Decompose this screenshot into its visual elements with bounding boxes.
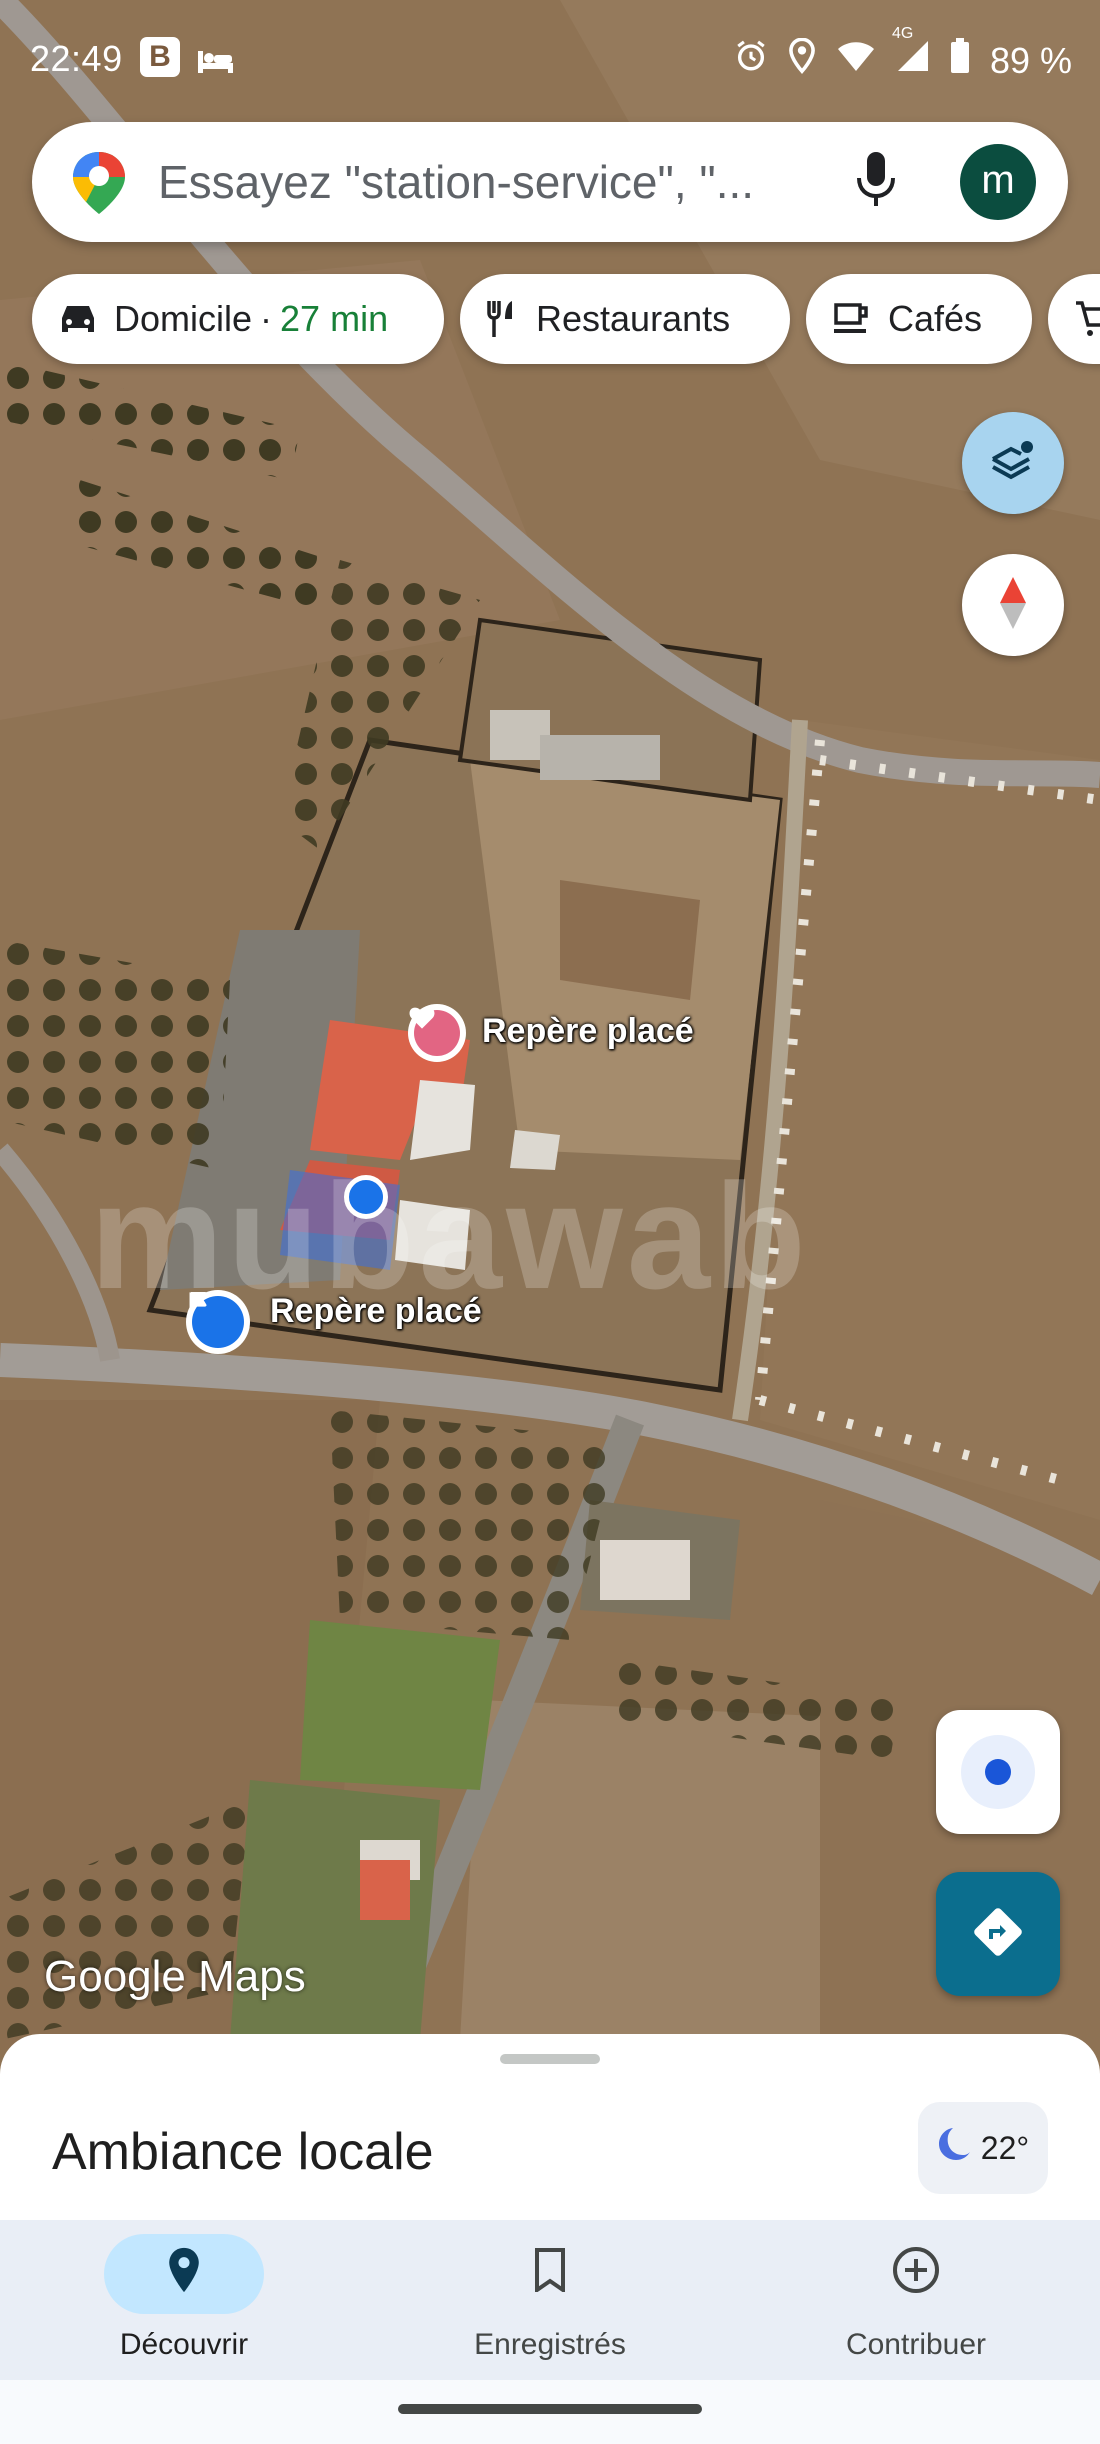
- bookmark-icon: [533, 2248, 567, 2300]
- signal-icon: 4G: [892, 25, 930, 82]
- marker-label[interactable]: Repère placé: [270, 1292, 482, 1331]
- chip-separator: ·: [260, 298, 273, 339]
- location-status-icon: [788, 37, 816, 83]
- battery-percent: 89 %: [989, 39, 1072, 81]
- google-maps-logo-icon: [70, 150, 128, 221]
- wifi-icon: [836, 40, 876, 82]
- microphone-icon[interactable]: [854, 150, 898, 215]
- my-location-icon: [961, 1735, 1035, 1809]
- weather-chip[interactable]: 22°: [918, 2102, 1048, 2194]
- avatar[interactable]: m: [960, 144, 1036, 220]
- sheet-title: Ambiance locale: [52, 2123, 434, 2181]
- network-type: 4G: [891, 25, 914, 42]
- location-pin-icon: [165, 2246, 203, 2302]
- marker-label[interactable]: Repère placé: [482, 1012, 694, 1051]
- battery-icon: [950, 38, 970, 83]
- alarm-icon: [734, 39, 768, 82]
- bed-icon: [196, 42, 234, 84]
- layers-icon: [987, 435, 1039, 492]
- directions-button[interactable]: [936, 1872, 1060, 1996]
- chip-restaurants[interactable]: Restaurants: [460, 274, 790, 364]
- flag-marker-icon[interactable]: [186, 1290, 250, 1354]
- nav-item-contribuer[interactable]: Contribuer: [766, 2234, 1066, 2362]
- weather-temp: 22°: [980, 2129, 1030, 2166]
- heart-marker-icon[interactable]: [408, 1004, 466, 1062]
- chip-label: Domicile: [114, 298, 253, 339]
- search-input[interactable]: Essayez "station-service", "...: [158, 155, 754, 209]
- car-icon: [58, 302, 98, 336]
- coffee-cup-icon: [832, 301, 872, 337]
- eta-text: 27 min: [280, 298, 389, 339]
- add-circle-icon: [891, 2245, 941, 2303]
- current-location-dot: [344, 1175, 388, 1219]
- moon-icon: [937, 2125, 975, 2171]
- nav-active-indicator: [104, 2234, 264, 2314]
- nav-item-enregistres[interactable]: Enregistrés: [400, 2234, 700, 2362]
- fork-knife-icon: [486, 299, 520, 339]
- status-time: 22:49: [30, 38, 123, 79]
- layers-button[interactable]: [962, 412, 1064, 514]
- search-bar[interactable]: Essayez "station-service", "... m: [32, 122, 1068, 242]
- app-badge-icon: B: [140, 37, 180, 77]
- chip-cafes[interactable]: Cafés: [806, 274, 1032, 364]
- home-indicator[interactable]: [398, 2404, 702, 2414]
- nav-label: Enregistrés: [474, 2328, 626, 2361]
- bottom-navigation: Découvrir Enregistrés Contribuer: [0, 2220, 1100, 2380]
- compass-button[interactable]: [962, 554, 1064, 656]
- cart-icon: [1074, 299, 1100, 339]
- chip-domicile[interactable]: Domicile · 27 min: [32, 274, 444, 364]
- compass-icon: [998, 575, 1028, 636]
- status-bar: 22:49 B 4G 89 %: [0, 0, 1100, 110]
- nav-label: Contribuer: [845, 2328, 987, 2361]
- directions-icon: [971, 1905, 1025, 1964]
- nav-item-decouvrir[interactable]: Découvrir: [34, 2234, 334, 2362]
- my-location-button[interactable]: [936, 1710, 1060, 1834]
- google-maps-attribution: Google Maps: [44, 1952, 306, 2001]
- sheet-drag-handle[interactable]: [500, 2054, 600, 2064]
- chip-label: Restaurants: [536, 298, 731, 339]
- nav-label: Découvrir: [119, 2328, 249, 2361]
- chip-label: Cafés: [888, 298, 983, 339]
